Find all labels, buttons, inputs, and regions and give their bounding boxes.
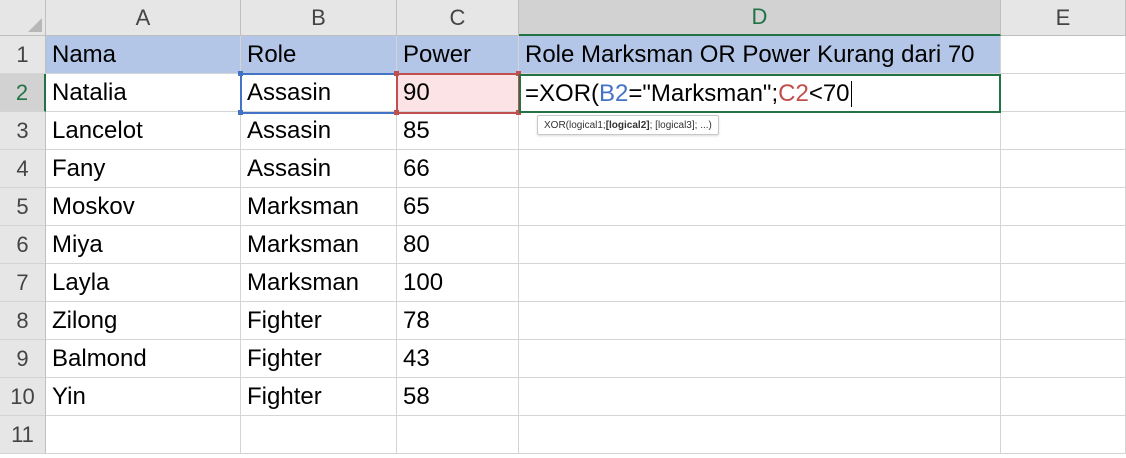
row-header-7[interactable]: 7 xyxy=(0,264,46,302)
formula-ref-b2: B2 xyxy=(599,79,629,107)
cell-c6[interactable]: 80 xyxy=(397,226,519,264)
column-header-a[interactable]: A xyxy=(46,0,241,36)
cell-b11[interactable] xyxy=(241,416,397,454)
cell-b7[interactable]: Marksman xyxy=(241,264,397,302)
cell-a2[interactable]: Natalia xyxy=(46,74,241,112)
select-all-triangle-icon xyxy=(28,18,42,32)
cell-a11[interactable] xyxy=(46,416,241,454)
cell-e9[interactable] xyxy=(1001,340,1126,378)
cell-a1[interactable]: Nama xyxy=(46,36,241,74)
cell-c2[interactable]: 90 xyxy=(397,74,519,112)
formula-prefix: =XOR( xyxy=(525,79,600,107)
formula-middle: ="Marksman"; xyxy=(628,79,779,107)
cell-a9[interactable]: Balmond xyxy=(46,340,241,378)
cell-a4[interactable]: Fany xyxy=(46,150,241,188)
cell-b2[interactable]: Assasin xyxy=(241,74,397,112)
reference-handle-c2-bottom-left[interactable] xyxy=(394,110,399,115)
spreadsheet-grid: A B C D E 1 2 3 4 5 6 7 8 9 10 11 Nama R… xyxy=(0,0,1126,458)
cell-c8[interactable]: 78 xyxy=(397,302,519,340)
cell-b10[interactable]: Fighter xyxy=(241,378,397,416)
row-header-11[interactable]: 11 xyxy=(0,416,46,454)
tooltip-start: XOR(logical1; xyxy=(544,119,606,131)
column-header-c[interactable]: C xyxy=(397,0,519,36)
cell-c9[interactable]: 43 xyxy=(397,340,519,378)
row-header-6[interactable]: 6 xyxy=(0,226,46,264)
reference-handle-b2-top-left[interactable] xyxy=(238,71,243,76)
cell-e1[interactable] xyxy=(1001,36,1126,74)
cell-d9[interactable] xyxy=(519,340,1001,378)
cell-d2-editor[interactable]: =XOR(B2 ="Marksman"; C2 <70 xyxy=(519,74,1001,113)
cell-e2[interactable] xyxy=(1001,74,1126,112)
cell-e10[interactable] xyxy=(1001,378,1126,416)
cell-c3[interactable]: 85 xyxy=(397,112,519,150)
row-header-3[interactable]: 3 xyxy=(0,112,46,150)
cell-c1[interactable]: Power xyxy=(397,36,519,74)
cell-b8[interactable]: Fighter xyxy=(241,302,397,340)
text-caret xyxy=(850,80,852,107)
cell-e4[interactable] xyxy=(1001,150,1126,188)
cell-d7[interactable] xyxy=(519,264,1001,302)
tooltip-end: ; [logical3]; ...) xyxy=(649,119,712,131)
tooltip-current-arg[interactable]: [logical2] xyxy=(606,120,650,131)
reference-handle-b2-bottom-left[interactable] xyxy=(238,110,243,115)
column-header-b[interactable]: B xyxy=(241,0,397,36)
cell-c10[interactable]: 58 xyxy=(397,378,519,416)
cell-a6[interactable]: Miya xyxy=(46,226,241,264)
cell-e7[interactable] xyxy=(1001,264,1126,302)
cell-b6[interactable]: Marksman xyxy=(241,226,397,264)
cell-b3[interactable]: Assasin xyxy=(241,112,397,150)
cell-b4[interactable]: Assasin xyxy=(241,150,397,188)
cell-e6[interactable] xyxy=(1001,226,1126,264)
cell-e8[interactable] xyxy=(1001,302,1126,340)
row-header-2[interactable]: 2 xyxy=(0,74,46,112)
cell-d5[interactable] xyxy=(519,188,1001,226)
row-header-9[interactable]: 9 xyxy=(0,340,46,378)
column-header-e[interactable]: E xyxy=(1001,0,1126,36)
cell-d10[interactable] xyxy=(519,378,1001,416)
cell-a10[interactable]: Yin xyxy=(46,378,241,416)
row-header-5[interactable]: 5 xyxy=(0,188,46,226)
function-tooltip[interactable]: XOR(logical1; [logical2]; [logical3]; ..… xyxy=(537,115,719,135)
cell-e5[interactable] xyxy=(1001,188,1126,226)
cell-b5[interactable]: Marksman xyxy=(241,188,397,226)
cell-a8[interactable]: Zilong xyxy=(46,302,241,340)
cell-e3[interactable] xyxy=(1001,112,1126,150)
row-header-1[interactable]: 1 xyxy=(0,36,46,74)
cell-d1[interactable]: Role Marksman OR Power Kurang dari 70 xyxy=(519,36,1001,74)
cell-a7[interactable]: Layla xyxy=(46,264,241,302)
column-header-d[interactable]: D xyxy=(519,0,1001,36)
cell-b9[interactable]: Fighter xyxy=(241,340,397,378)
cell-a5[interactable]: Moskov xyxy=(46,188,241,226)
cell-b1[interactable]: Role xyxy=(241,36,397,74)
cell-a3[interactable]: Lancelot xyxy=(46,112,241,150)
cell-c7[interactable]: 100 xyxy=(397,264,519,302)
formula-suffix: <70 xyxy=(808,79,850,107)
cell-d8[interactable] xyxy=(519,302,1001,340)
formula-ref-c2: C2 xyxy=(778,79,809,107)
cell-d11[interactable] xyxy=(519,416,1001,454)
cell-c5[interactable]: 65 xyxy=(397,188,519,226)
cell-d6[interactable] xyxy=(519,226,1001,264)
row-header-10[interactable]: 10 xyxy=(0,378,46,416)
cell-c11[interactable] xyxy=(397,416,519,454)
select-all-button[interactable] xyxy=(0,0,46,36)
cell-c4[interactable]: 66 xyxy=(397,150,519,188)
cell-d4[interactable] xyxy=(519,150,1001,188)
cell-e11[interactable] xyxy=(1001,416,1126,454)
reference-handle-c2-top-left[interactable] xyxy=(394,71,399,76)
row-header-4[interactable]: 4 xyxy=(0,150,46,188)
row-header-8[interactable]: 8 xyxy=(0,302,46,340)
